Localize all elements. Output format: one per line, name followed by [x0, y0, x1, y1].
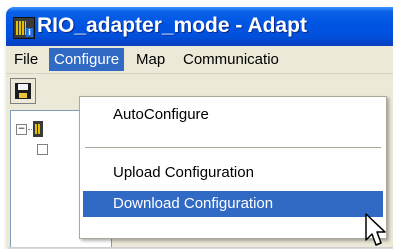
menu-configure[interactable]: Configure — [49, 48, 125, 71]
device-icon[interactable] — [33, 121, 43, 137]
menu-bar: File Configure Map Communicatio — [6, 46, 393, 74]
menu-item-autoconfigure[interactable]: AutoConfigure — [83, 102, 383, 128]
menu-item-upload-configuration[interactable]: Upload Configuration — [83, 160, 383, 186]
window-title: RIO_adapter_mode - Adapt — [37, 14, 307, 37]
app-icon[interactable]: i — [13, 17, 35, 39]
menu-file[interactable]: File — [9, 48, 43, 71]
collapse-icon[interactable]: − — [16, 124, 27, 135]
menu-communication[interactable]: Communicatio — [178, 48, 284, 71]
save-button[interactable] — [10, 78, 36, 104]
save-icon — [15, 83, 31, 99]
menu-separator — [85, 147, 381, 148]
expand-icon[interactable] — [37, 144, 48, 155]
title-bar[interactable]: i RIO_adapter_mode - Adapt — [6, 7, 393, 46]
menu-map[interactable]: Map — [131, 48, 170, 71]
menu-item-download-configuration[interactable]: Download Configuration — [83, 191, 383, 217]
configure-dropdown-menu: AutoConfigure Upload Configuration Downl… — [79, 96, 387, 239]
